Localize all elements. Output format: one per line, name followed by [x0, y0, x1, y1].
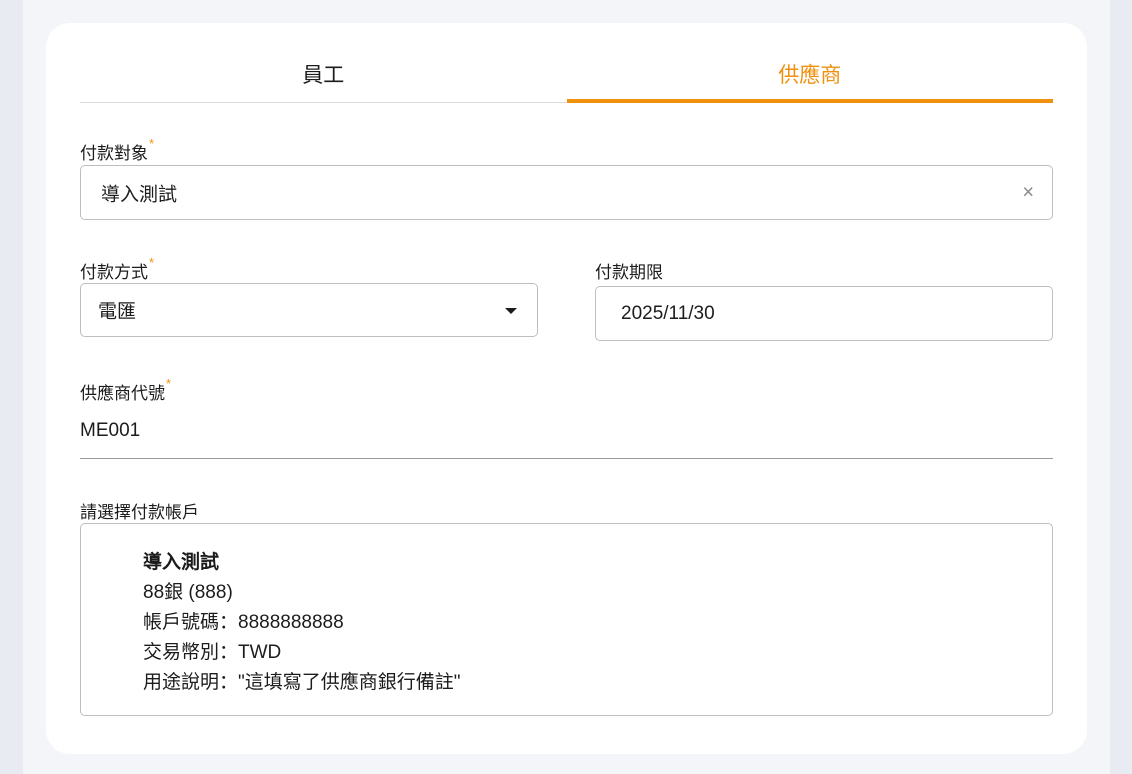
payee-input[interactable]: 導入測試 × [80, 165, 1053, 220]
payee-value: 導入測試 [101, 184, 178, 205]
account-name: 導入測試 [143, 552, 220, 573]
payee-label: 付款對象* [80, 136, 155, 164]
payment-account-box[interactable]: 導入測試 88銀 (888) 帳戶號碼：8888888888 交易幣別：TWD … [80, 523, 1053, 716]
payment-method-label-text: 付款方式 [80, 263, 148, 282]
payment-method-select[interactable]: 電匯 [80, 283, 538, 337]
account-details: 導入測試 88銀 (888) 帳戶號碼：8888888888 交易幣別：TWD … [143, 548, 461, 698]
payment-deadline-value: 2025/11/30 [621, 302, 715, 324]
account-currency: 交易幣別：TWD [143, 642, 282, 663]
payment-method-value: 電匯 [98, 301, 137, 323]
vendor-code-field[interactable]: ME001 [80, 410, 1053, 459]
account-number: 帳戶號碼：8888888888 [143, 612, 344, 633]
account-memo: 用途說明："這填寫了供應商銀行備註" [143, 672, 461, 693]
payment-method-label: 付款方式* [80, 255, 155, 283]
payment-deadline-input[interactable]: 2025/11/30 [595, 286, 1053, 341]
vendor-code-label: 供應商代號* [80, 376, 172, 404]
dropdown-arrow-icon[interactable] [505, 308, 517, 314]
required-asterisk: * [149, 255, 155, 270]
tab-vendor[interactable]: 供應商 [566, 50, 1054, 103]
payee-type-tabs: 員工 供應商 [80, 50, 1053, 103]
clear-icon[interactable]: × [1022, 181, 1034, 204]
payment-deadline-label: 付款期限 [595, 263, 663, 282]
account-bank: 88銀 (888) [143, 582, 233, 603]
payee-label-text: 付款對象 [80, 144, 148, 163]
required-asterisk: * [166, 376, 172, 391]
tab-employee[interactable]: 員工 [80, 50, 567, 102]
payment-account-label: 請選擇付款帳戶 [80, 503, 199, 522]
required-asterisk: * [149, 136, 155, 151]
vendor-code-label-text: 供應商代號 [80, 384, 165, 403]
vendor-code-value: ME001 [80, 420, 141, 441]
